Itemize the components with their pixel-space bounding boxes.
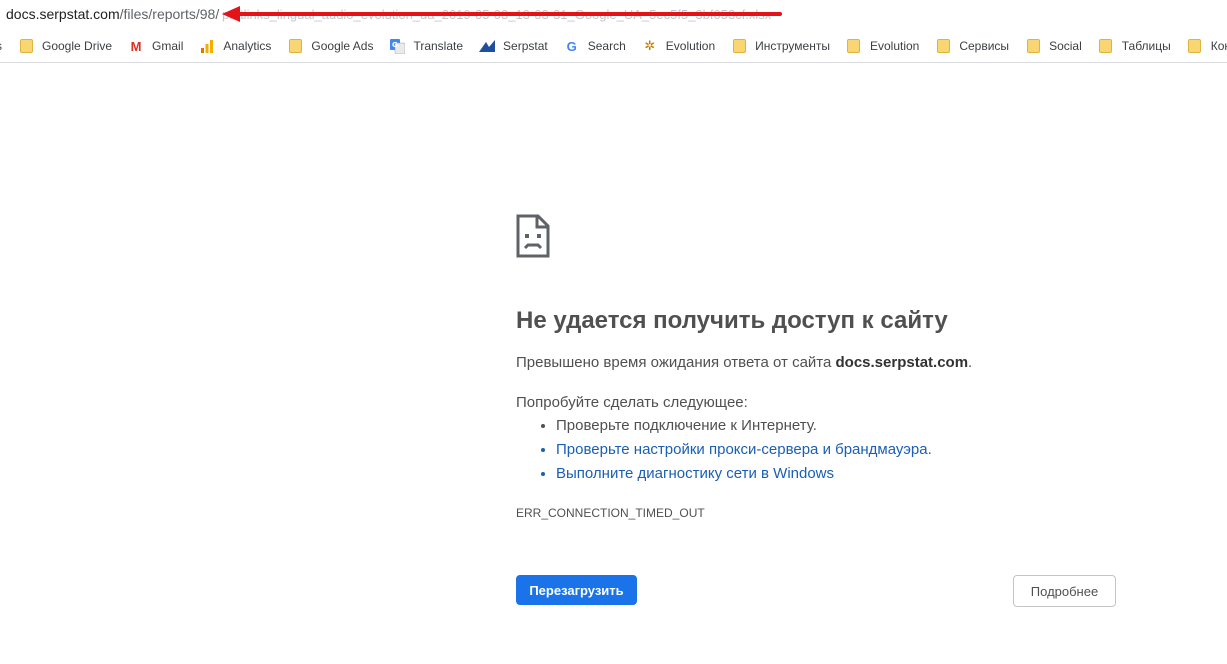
folder-icon: [731, 38, 747, 54]
error-message-suffix: .: [968, 354, 973, 371]
folder-icon: [1187, 38, 1203, 54]
serpstat-icon: [479, 38, 496, 54]
suggestion-check-connection: Проверьте подключение к Интернету.: [556, 414, 932, 438]
bookmark-services[interactable]: Сервисы: [935, 38, 1009, 54]
bookmark-label: Evolution: [665, 39, 716, 53]
bookmark-label: Google Ads: [311, 39, 374, 53]
folder-icon: [1098, 38, 1114, 54]
bookmark-label: Social: [1049, 39, 1082, 53]
suggestions-list: Проверьте подключение к Интернету. Прове…: [516, 414, 932, 486]
analytics-icon: [199, 38, 215, 54]
google-icon: G: [566, 38, 577, 54]
folder-icon: [1025, 38, 1041, 54]
folder-icon: [935, 38, 951, 54]
error-message-prefix: Превышено время ожидания ответа от сайта: [516, 354, 836, 371]
address-bar[interactable]: docs.serpstat.com/files/reports/98/ p...…: [0, 0, 1227, 30]
error-message-host: docs.serpstat.com: [835, 354, 969, 371]
translate-icon: G: [389, 38, 405, 54]
bookmark-google-ads[interactable]: Google Ads: [287, 38, 373, 54]
error-message: Превышено время ожидания ответа от сайта…: [516, 354, 972, 371]
bookmark-label: Serpstat: [503, 39, 548, 53]
bookmark-label: Analytics: [223, 39, 272, 53]
bookmark-stub[interactable]: s: [0, 39, 2, 53]
bookmark-label: Gmail: [152, 39, 184, 53]
bookmark-evolution-app[interactable]: ✲ Evolution: [642, 38, 715, 54]
bookmark-evolution-folder[interactable]: Evolution: [846, 38, 919, 54]
bookmark-social[interactable]: Social: [1025, 38, 1082, 54]
suggestions-heading: Попробуйте сделать следующее:: [516, 394, 748, 411]
url-path: /files/reports/98/: [119, 6, 220, 22]
bookmark-analytics[interactable]: Analytics: [199, 38, 271, 54]
svg-text:G: G: [392, 41, 398, 49]
details-button[interactable]: Подробнее: [1013, 575, 1116, 607]
bookmark-instruments[interactable]: Инструменты: [731, 38, 830, 54]
sad-page-icon: [516, 214, 550, 258]
error-code: ERR_CONNECTION_TIMED_OUT: [516, 506, 705, 520]
reload-button[interactable]: Перезагрузить: [516, 575, 637, 605]
bookmark-label: Сервисы: [959, 39, 1010, 53]
bookmark-label: Evolution: [869, 39, 920, 53]
bookmark-tables[interactable]: Таблицы: [1098, 38, 1171, 54]
folder-icon: [846, 38, 862, 54]
suggestion-check-proxy-link[interactable]: Проверьте настройки прокси-сервера и бра…: [556, 438, 932, 462]
folder-icon: [18, 38, 34, 54]
bookmark-search[interactable]: G Search: [564, 38, 626, 54]
evolution-icon: ✲: [644, 38, 656, 53]
gmail-icon: M: [130, 38, 142, 54]
bookmarks-bar: s Google Drive M Gmail Analytics Google …: [0, 30, 1227, 63]
annotation-arrow-icon: [222, 6, 240, 22]
annotation-strike-line: [238, 12, 782, 16]
bookmark-label: Инструменты: [755, 39, 830, 53]
url-host: docs.serpstat.com: [6, 6, 120, 22]
bookmark-serpstat[interactable]: Serpstat: [479, 38, 548, 54]
bookmark-truncated[interactable]: Кон: [1187, 38, 1227, 54]
bookmark-label: Google Drive: [42, 39, 113, 53]
suggestion-network-diagnostics-link[interactable]: Выполните диагностику сети в Windows: [556, 462, 932, 486]
error-title: Не удается получить доступ к сайту: [516, 307, 948, 334]
bookmark-translate[interactable]: G Translate: [389, 38, 463, 54]
bookmarks-row: s Google Drive M Gmail Analytics Google …: [0, 38, 1227, 54]
bookmark-label: Translate: [413, 39, 464, 53]
bookmark-label: Таблицы: [1121, 39, 1171, 53]
bookmark-google-drive[interactable]: Google Drive: [18, 38, 112, 54]
folder-icon: [287, 38, 303, 54]
bookmark-gmail[interactable]: M Gmail: [128, 38, 184, 54]
bookmark-label: Search: [587, 39, 626, 53]
bookmark-label: Кон: [1210, 39, 1227, 53]
url-text[interactable]: docs.serpstat.com/files/reports/98/: [6, 6, 219, 22]
